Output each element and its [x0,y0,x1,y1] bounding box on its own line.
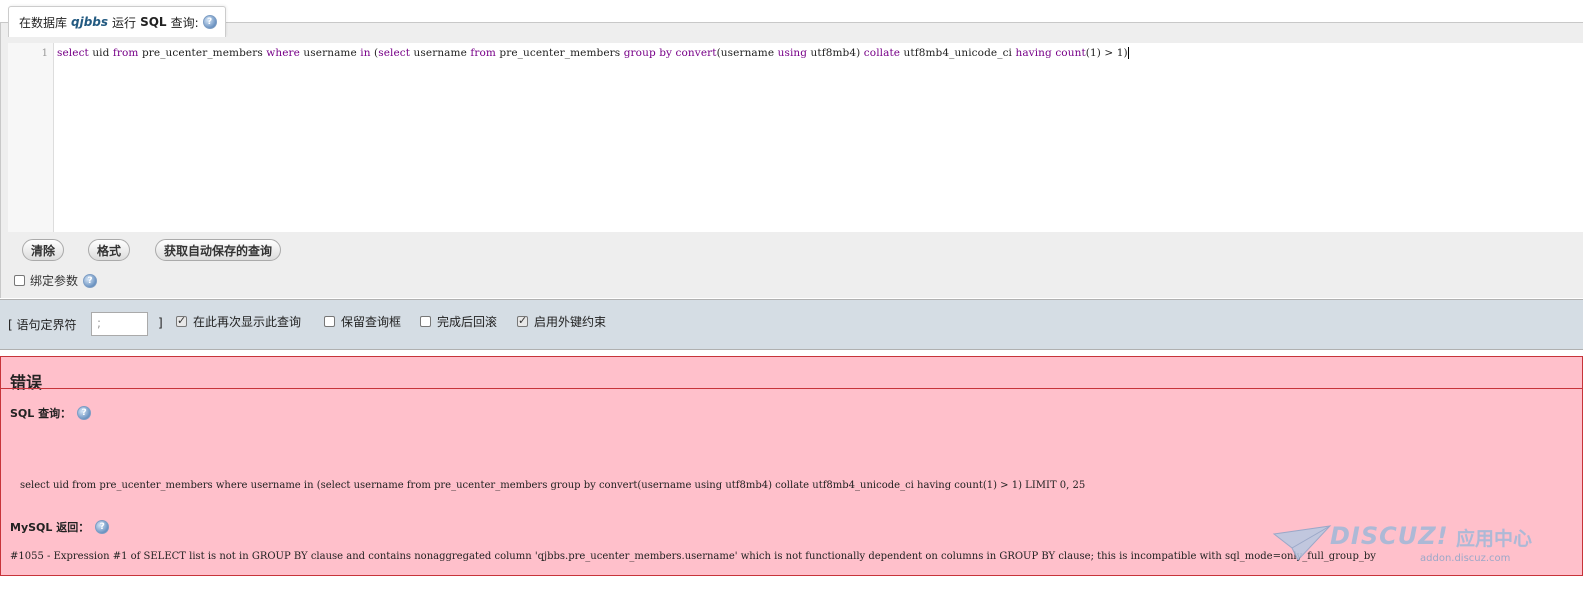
paper-plane-icon [1272,525,1332,561]
foreign-key-option[interactable]: 启用外键约束 [517,313,606,330]
show-again-checkbox[interactable] [176,314,187,327]
bind-params-label: 绑定参数 [30,274,79,288]
sql-keyword: count [1055,47,1086,59]
sql-text: utf8mb4) [807,47,864,59]
sql-text: utf8mb4_unicode_ci [900,47,1016,59]
retain-box-option[interactable]: 保留查询框 [324,313,401,330]
sql-keyword: in [360,47,371,59]
sql-keyword: select [378,47,411,59]
sql-keyword: from [470,47,496,59]
error-title: 错误 [10,373,43,392]
watermark-cn: 应用中心 [1456,528,1533,550]
legend-prefix: 在数据库 [19,15,68,30]
sql-keyword: convert [675,47,717,59]
editor-gutter: 1 [8,43,54,232]
retain-box-checkbox[interactable] [324,316,335,327]
error-divider [1,388,1583,389]
sql-keyword: using [777,47,808,59]
foreign-key-checkbox[interactable] [517,314,528,327]
database-link[interactable]: qjbbs [71,15,108,29]
delimiter-input[interactable]: ; [91,312,148,336]
mysql-response-heading-text: MySQL 返回： [10,521,90,534]
rollback-checkbox[interactable] [420,316,431,327]
delimiter-close: ] [158,316,163,330]
sql-text: username [410,47,471,59]
sql-keyword: group by [623,47,673,59]
rollback-label: 完成后回滚 [437,315,498,329]
sql-query-heading-text: SQL 查询： [10,407,72,420]
sql-text: uid [88,47,113,59]
failed-query-text: select uid from pre_ucenter_members wher… [20,480,1086,491]
sql-keyword: from [112,47,139,59]
help-icon[interactable]: ? [77,406,92,420]
rollback-option[interactable]: 完成后回滚 [420,313,497,330]
clear-button[interactable]: 清除 [22,239,65,261]
sql-keyword: where [266,47,300,59]
legend-suffix: 查询: [170,15,199,30]
sql-query-heading: SQL 查询： ? [10,405,92,421]
sql-query-legend: 在数据库 qjbbs 运行 SQL 查询: ? [8,6,226,37]
bind-params-row: 绑定参数 ? [14,272,98,289]
code-line[interactable]: select uid from pre_ucenter_members wher… [57,47,1129,59]
help-icon[interactable]: ? [202,15,217,29]
sql-text: (1) > 1) [1085,47,1128,59]
format-button[interactable]: 格式 [88,239,131,261]
sql-keyword: having [1015,47,1052,59]
watermark-url: addon.discuz.com [1420,553,1511,564]
retain-box-label: 保留查询框 [341,315,402,329]
watermark-brand: DISCUZ! [1330,522,1449,550]
sql-keyword: collate [863,47,901,59]
sql-text: username [299,47,361,59]
get-autosaved-query-button[interactable]: 获取自动保存的查询 [155,239,282,261]
query-options-bar: [ 语句定界符 ; ] 在此再次显示此查询 保留查询框 完成后回滚 启用外键约束 [0,299,1583,350]
sql-text: pre_ucenter_members [138,47,267,59]
discuz-watermark: DISCUZ! 应用中心 addon.discuz.com [1272,520,1562,578]
sql-editor[interactable]: 1 select uid from pre_ucenter_members wh… [8,43,1583,232]
legend-sql: SQL [140,15,167,29]
show-again-option[interactable]: 在此再次显示此查询 [176,313,301,330]
sql-keyword: select [57,47,89,59]
text-cursor [1127,47,1129,59]
line-number: 1 [41,48,48,59]
bind-params-checkbox[interactable] [14,275,25,286]
foreign-key-label: 启用外键约束 [534,315,607,329]
sql-text: pre_ucenter_members [495,47,624,59]
help-icon[interactable]: ? [95,520,110,534]
help-icon[interactable]: ? [83,273,98,288]
show-again-label: 在此再次显示此查询 [193,315,302,329]
error-message: #1055 - Expression #1 of SELECT list is … [10,551,1376,562]
legend-run: 运行 [112,15,137,30]
sql-text: (username [716,47,778,59]
delimiter-label: [ 语句定界符 [8,318,77,332]
mysql-response-heading: MySQL 返回： ? [10,519,110,535]
